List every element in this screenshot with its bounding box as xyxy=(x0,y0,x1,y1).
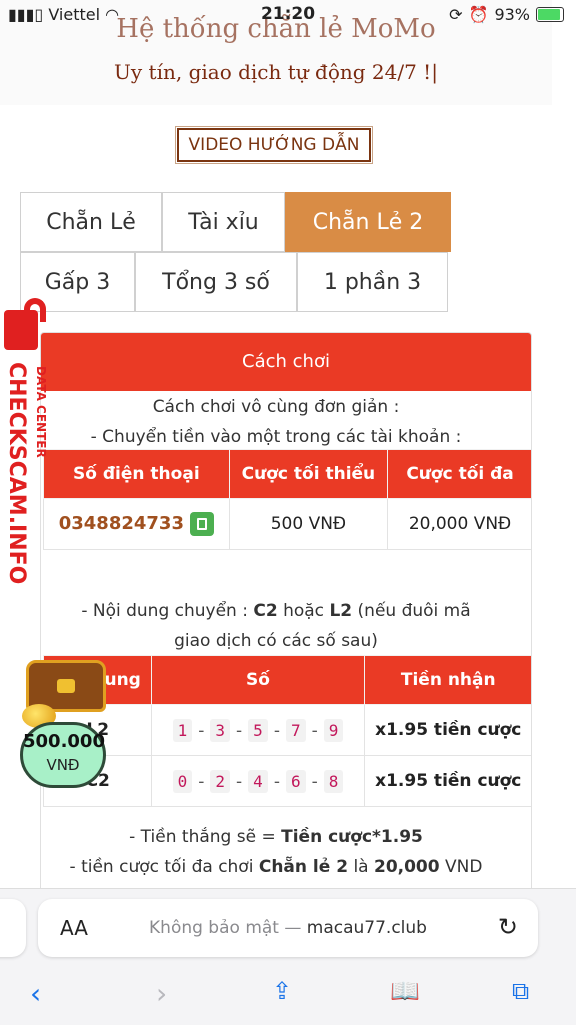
col-max-bet: Cược tối đa xyxy=(387,449,531,499)
tab-chan-le[interactable]: Chẵn Lẻ xyxy=(20,192,162,252)
content-code-c2: C2 xyxy=(253,601,278,621)
tab-tai-xiu[interactable]: Tài xỉu xyxy=(162,192,285,252)
digit: 5 xyxy=(248,718,268,742)
max-note-prefix: - tiền cược tối đa chơi xyxy=(69,857,254,877)
max-note-mid: là xyxy=(353,857,369,877)
digit: 6 xyxy=(285,769,306,793)
table-row: C2 0-2-4-6-8 x1.95 tiền cược xyxy=(42,755,531,807)
col-phone: Số điện thoại xyxy=(43,449,230,499)
browser-toolbar: AA Không bảo mật — macau77.club ↻ ‹ › ⇪ … xyxy=(0,888,576,1025)
max-note-amount: 20,000 xyxy=(373,857,440,877)
tabs-icon[interactable]: ⧉ xyxy=(512,977,529,1005)
promo-badge[interactable]: 500.000 VNĐ xyxy=(20,722,106,788)
content-note: - Nội dung chuyển : C2 hoặc L2 (nếu đuôi… xyxy=(41,601,511,621)
payout-cell: x1.95 tiền cược xyxy=(363,755,531,807)
promo-currency: VNĐ xyxy=(46,756,80,774)
promo-amount: 500.000 xyxy=(23,731,105,752)
status-right: ⟳ ⏰ 93% xyxy=(449,5,564,24)
bookmarks-icon[interactable]: 📖 xyxy=(390,977,420,1005)
alarm-icon: ⏰ xyxy=(468,5,489,24)
phone-cell: 0348824733 xyxy=(43,498,230,550)
table-row: L2 1-3-5-7-9 x1.95 tiền cược xyxy=(42,704,531,756)
digit: 9 xyxy=(323,718,344,742)
content-note-line2: giao dịch có các số sau) xyxy=(174,631,378,651)
digit: 7 xyxy=(285,718,306,742)
promo-floating-widget[interactable]: 500.000 VNĐ xyxy=(20,660,110,795)
win-formula: Tiền cược*1.95 xyxy=(281,827,423,847)
accounts-table: Số điện thoại Cược tối thiểu Cược tối đa… xyxy=(43,449,531,550)
video-guide-button[interactable]: VIDEO HƯỚNG DẪN xyxy=(175,126,373,164)
status-bar: ▮▮▮▯ Viettel ◠ 21:20 ⟳ ⏰ 93% xyxy=(0,0,576,30)
content-or: hoặc xyxy=(283,601,325,621)
not-secure-label: Không bảo mật — xyxy=(149,918,302,938)
battery-icon xyxy=(536,7,564,22)
url-display[interactable]: Không bảo mật — macau77.club xyxy=(38,918,538,938)
tab-tong-3-so[interactable]: Tổng 3 số xyxy=(135,252,297,312)
digit: 3 xyxy=(210,718,231,742)
checkscam-watermark: CHECKSCAM.INFO DATA CENTER xyxy=(0,298,60,590)
checkscam-brand: CHECKSCAM.INFO xyxy=(4,362,29,585)
tab-1-phan-3[interactable]: 1 phần 3 xyxy=(297,252,448,312)
digits-cell: 0-2-4-6-8 xyxy=(151,755,365,807)
reload-icon[interactable]: ↻ xyxy=(498,913,518,941)
payout-cell: x1.95 tiền cược xyxy=(363,704,531,756)
col-min-bet: Cược tối thiểu xyxy=(228,449,389,499)
digit: 0 xyxy=(172,769,193,793)
digit: 8 xyxy=(323,769,344,793)
table-header-row: Số điện thoại Cược tối thiểu Cược tối đa xyxy=(43,449,531,499)
transfer-note: - Chuyển tiền vào một trong các tài khoả… xyxy=(90,427,462,447)
digit: 4 xyxy=(248,769,268,793)
checkscam-sub: DATA CENTER xyxy=(34,366,48,458)
back-icon[interactable]: ‹ xyxy=(30,977,41,1010)
digits-cell: 1-3-5-7-9 xyxy=(151,704,365,756)
max-bet-cell: 20,000 VNĐ xyxy=(387,498,531,550)
battery-percent: 93% xyxy=(494,5,530,24)
min-bet-cell: 500 VNĐ xyxy=(228,498,389,550)
previous-tab-preview[interactable] xyxy=(0,899,26,957)
domain-label: macau77.club xyxy=(306,918,427,938)
slogan: Uy tín, giao dịch tự động 24/7 !| xyxy=(114,60,438,84)
max-note: - tiền cược tối đa chơi Chẵn lẻ 2 là 20,… xyxy=(41,857,511,877)
max-note-suffix: VND xyxy=(445,857,483,877)
max-note-game: Chẵn lẻ 2 xyxy=(258,857,349,877)
win-note-prefix: - Tiền thắng sẽ = xyxy=(129,827,276,847)
digit: 2 xyxy=(210,769,231,793)
how-to-play-card: Cách chơi Cách chơi vô cùng đơn giản : -… xyxy=(40,332,532,934)
address-bar[interactable]: AA Không bảo mật — macau77.club ↻ xyxy=(38,899,538,957)
content-code-l2: L2 xyxy=(329,601,353,621)
tab-chan-le-2[interactable]: Chẵn Lẻ 2 xyxy=(285,192,451,252)
copy-icon[interactable] xyxy=(189,512,214,536)
win-note: - Tiền thắng sẽ = Tiền cược*1.95 xyxy=(41,827,511,847)
content-note-suffix: (nếu đuôi mã xyxy=(357,601,471,621)
content-note-prefix: - Nội dung chuyển : xyxy=(81,601,248,621)
rules-table: Nội dung Số Tiền nhận L2 1-3-5-7-9 x1.95… xyxy=(42,655,531,807)
col-payout: Tiền nhận xyxy=(363,655,531,705)
table-header-row: Nội dung Số Tiền nhận xyxy=(42,655,531,705)
phone-number[interactable]: 0348824733 xyxy=(59,513,184,534)
share-icon[interactable]: ⇪ xyxy=(272,977,292,1005)
forward-icon[interactable]: › xyxy=(156,977,167,1010)
lock-rotation-icon: ⟳ xyxy=(449,5,463,24)
table-row: 0348824733 500 VNĐ 20,000 VNĐ xyxy=(43,498,531,550)
col-digits: Số xyxy=(151,655,365,705)
intro-text: Cách chơi vô cùng đơn giản : xyxy=(152,397,400,417)
digit: 1 xyxy=(172,718,193,742)
lock-icon xyxy=(4,298,46,350)
card-header: Cách chơi xyxy=(41,333,531,391)
